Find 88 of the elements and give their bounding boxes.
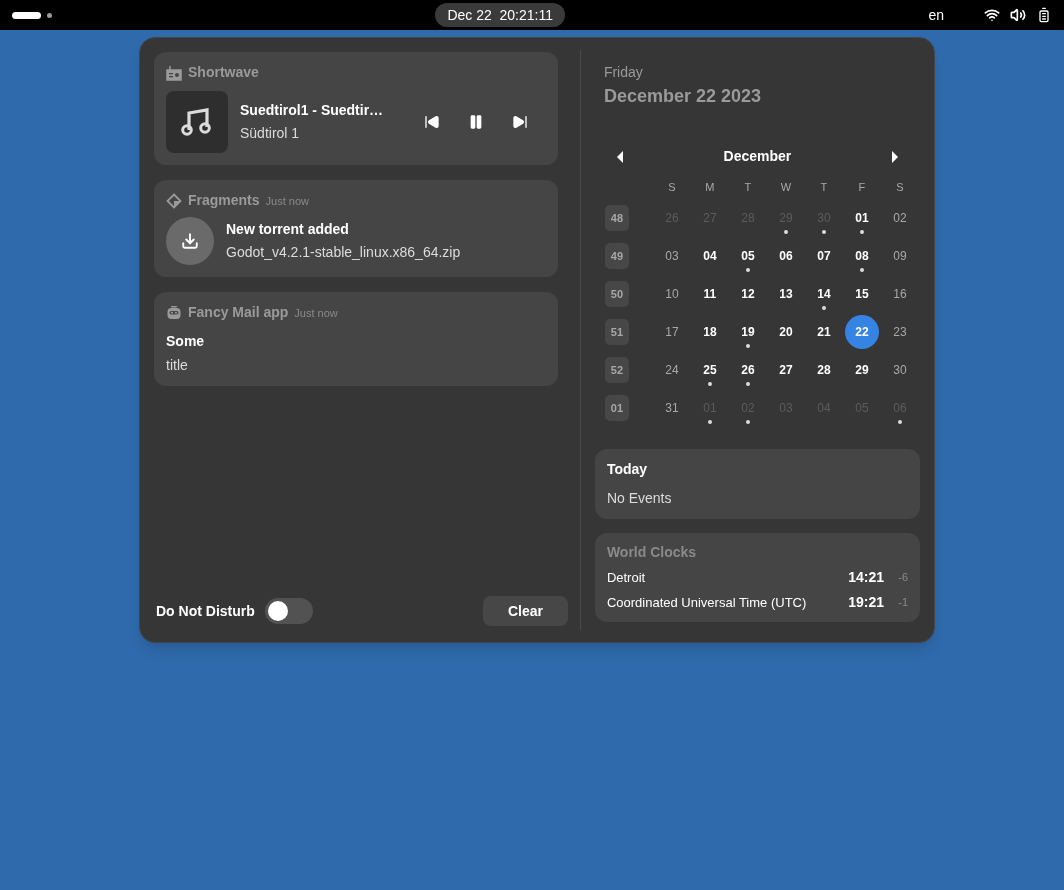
calendar-day[interactable]: 23 — [882, 315, 917, 349]
calendar-day[interactable]: 01 — [844, 201, 879, 235]
robot-icon — [166, 304, 182, 321]
calendar-day[interactable]: 13 — [768, 277, 803, 311]
world-clocks-card[interactable]: World Clocks Detroit 14:21 -6 Coordinated Universal Time (UTC) 19:21 -1 — [594, 533, 920, 622]
week-number: 01 — [604, 395, 629, 421]
clock-location: Coordinated Universal Time (UTC) — [606, 593, 808, 612]
radio-icon — [166, 64, 182, 81]
notification-body: title — [166, 356, 189, 375]
diamond-icon — [166, 192, 182, 209]
week-number: 52 — [604, 357, 629, 383]
clock-button[interactable]: Dec 22 20:21:11 — [435, 3, 565, 27]
clock-offset: -6 — [897, 570, 908, 586]
calendar-day[interactable]: 16 — [882, 277, 917, 311]
clock-offset: -1 — [897, 595, 908, 611]
calendar-day[interactable]: 05 — [730, 239, 765, 273]
month-label: December — [723, 147, 792, 166]
do-not-disturb-label: Do Not Disturb — [156, 601, 255, 621]
volume-icon[interactable] — [1010, 7, 1026, 23]
weekday-header: F — [857, 180, 867, 195]
clock-time: 19:21 — [848, 593, 884, 612]
calendar-day[interactable]: 11 — [692, 277, 727, 311]
weekday-header: T — [743, 180, 753, 195]
calendar-day[interactable]: 15 — [844, 277, 879, 311]
calendar-day[interactable]: 20 — [768, 315, 803, 349]
notification-card[interactable]: Fragments Just now New torrent added Godot_v4.2.1-stable_linux.x86_64.zip — [154, 180, 558, 277]
calendar-day[interactable]: 17 — [654, 315, 689, 349]
do-not-disturb-switch[interactable] — [264, 598, 313, 624]
clear-button[interactable]: Clear — [482, 596, 568, 626]
app-name: Fragments — [188, 191, 260, 210]
app-name: Shortwave — [188, 63, 259, 82]
calendar-day[interactable]: 06 — [768, 239, 803, 273]
calendar-day[interactable]: 24 — [654, 353, 689, 387]
calendar-day[interactable]: 14 — [806, 277, 841, 311]
events-title: Today — [606, 460, 649, 479]
week-number: 50 — [604, 281, 629, 307]
calendar-day[interactable]: 10 — [654, 277, 689, 311]
skip-back-icon — [423, 114, 440, 130]
calendar-day[interactable]: 19 — [730, 315, 765, 349]
weekday-header: S — [667, 180, 677, 195]
notification-title: Some — [166, 332, 206, 351]
track-title: Suedtirol1 - Suedtir… — [240, 101, 385, 120]
calendar-day[interactable]: 29 — [844, 353, 879, 387]
calendar-day[interactable]: 26 — [730, 353, 765, 387]
calendar-day[interactable]: 27 — [768, 353, 803, 387]
battery-icon[interactable] — [1036, 7, 1052, 23]
weekday-header: T — [819, 180, 829, 195]
notification-body: Godot_v4.2.1-stable_linux.x86_64.zip — [226, 243, 461, 262]
calendar-day[interactable]: 22 — [844, 315, 879, 349]
download-icon — [166, 217, 214, 265]
calendar-day[interactable]: 21 — [806, 315, 841, 349]
notification-time: Just now — [265, 194, 309, 210]
skip-forward-icon — [511, 114, 528, 130]
weekday-header: S — [895, 180, 905, 195]
calendar-day[interactable]: 12 — [730, 277, 765, 311]
calendar-day[interactable]: 31 — [654, 391, 689, 425]
station-name: Südtirol 1 — [240, 124, 301, 143]
week-number: 51 — [604, 319, 629, 345]
calendar-day[interactable]: 07 — [806, 239, 841, 273]
week-number: 48 — [604, 205, 629, 231]
calendar-day[interactable]: 18 — [692, 315, 727, 349]
calendar-day[interactable]: 30 — [882, 353, 917, 387]
events-body: No Events — [606, 489, 673, 508]
calendar-day[interactable]: 25 — [692, 353, 727, 387]
calendar-day[interactable]: 09 — [882, 239, 917, 273]
world-clocks-title: World Clocks — [606, 543, 698, 562]
weekday-header: W — [779, 180, 793, 195]
full-date: December 22 2023 — [602, 85, 762, 108]
calendar-day[interactable]: 28 — [806, 353, 841, 387]
calendar-day[interactable]: 03 — [654, 239, 689, 273]
calendar-day[interactable]: 02 — [882, 201, 917, 235]
week-number: 49 — [604, 243, 629, 269]
workspace-indicator[interactable] — [12, 11, 52, 19]
clock-time: 14:21 — [848, 568, 884, 587]
weekday-label: Friday — [602, 63, 644, 82]
calendar-day[interactable]: 04 — [692, 239, 727, 273]
calendar-day[interactable]: 08 — [844, 239, 879, 273]
notification-time: Just now — [294, 306, 338, 322]
input-source[interactable]: en — [928, 4, 944, 26]
weekday-header: M — [704, 180, 716, 195]
notification-card[interactable]: Fancy Mail app Just now Some title — [154, 292, 558, 386]
clock-location: Detroit — [606, 568, 647, 587]
music-note-icon — [181, 108, 213, 136]
notification-title: New torrent added — [226, 220, 350, 239]
wifi-icon[interactable] — [984, 7, 1000, 23]
app-name: Fancy Mail app — [188, 303, 289, 322]
next-month-button[interactable] — [890, 149, 900, 164]
events-card[interactable]: Today No Events — [594, 449, 920, 519]
